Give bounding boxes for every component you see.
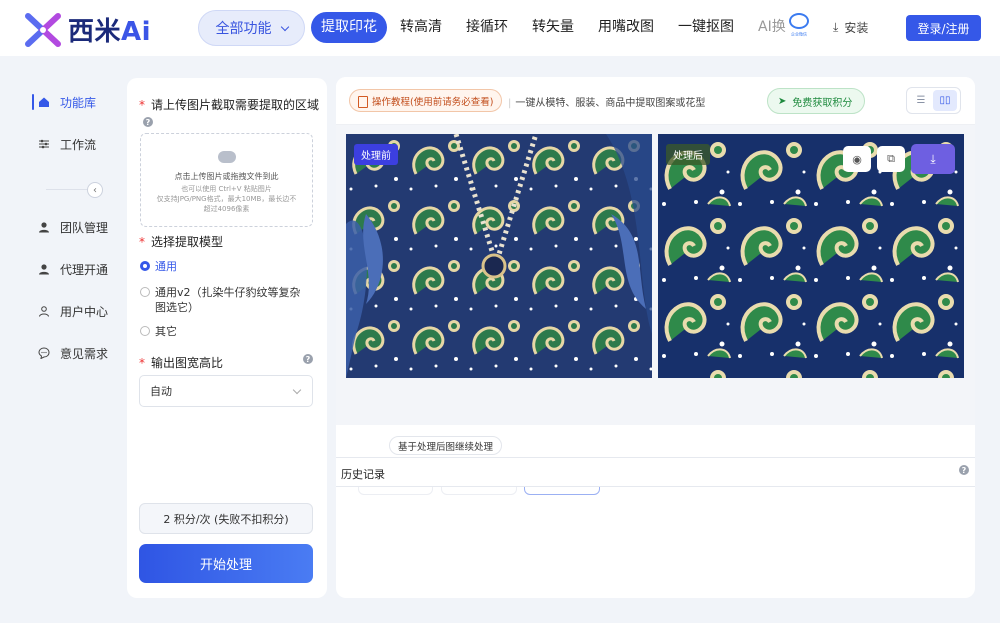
sidebar-item-label: 工作流 bbox=[60, 137, 97, 152]
chat-bubble-icon bbox=[789, 13, 809, 29]
main-toolbar: 操作教程(使用前请务必查看) | 一键从模特、服装、商品中提取图案或花型 ➤ 免费… bbox=[336, 77, 975, 125]
sidebar-item-label: 功能库 bbox=[60, 95, 97, 110]
points-cost-badge: 2 积分/次 (失败不扣积分) bbox=[139, 503, 313, 534]
nav-cutout[interactable]: 一键抠图 bbox=[667, 12, 745, 43]
login-register-button[interactable]: 登录/注册 bbox=[906, 15, 981, 41]
continue-processing-label: 基于处理后图继续处理 bbox=[389, 436, 503, 455]
home-icon bbox=[38, 96, 50, 108]
user-outline-icon bbox=[38, 305, 50, 317]
install-button[interactable]: ⤓ 安装 bbox=[833, 19, 868, 36]
radio-dot bbox=[140, 326, 150, 336]
split-view-icon[interactable]: ▯▯ bbox=[933, 90, 957, 111]
ratio-section-label: * 输出图宽高比 bbox=[139, 356, 224, 370]
upload-format-hint: 仅支持JPG/PNG格式，最大10MB，最长边不超过4096像素 bbox=[156, 195, 297, 213]
before-tag: 处理前 bbox=[354, 144, 398, 165]
nav-seamless-loop[interactable]: 接循环 bbox=[455, 12, 519, 43]
model-radio-other[interactable]: 其它 bbox=[140, 324, 177, 339]
aspect-ratio-value: 自动 bbox=[150, 385, 172, 398]
chat-icon bbox=[38, 347, 50, 360]
install-label: 安装 bbox=[844, 21, 869, 35]
sliders-icon bbox=[38, 138, 50, 150]
compare-icon[interactable]: ⧉ bbox=[877, 146, 905, 172]
comparison-area: 处理前 处理后 ◉ ⧉ ⤓ 基于处理后图继续处理 bbox=[336, 125, 975, 495]
sidebar-item-label: 用户中心 bbox=[60, 304, 109, 319]
free-points-button[interactable]: ➤ 免费获取积分 bbox=[767, 88, 866, 114]
model-radio-general-v2[interactable]: 通用v2（扎染牛仔豹纹等复杂图选它） bbox=[140, 285, 310, 315]
all-functions-dropdown[interactable]: 全部功能 bbox=[198, 10, 305, 46]
after-tag: 处理后 bbox=[666, 144, 710, 165]
chevron-down-icon bbox=[280, 22, 289, 31]
preview-eye-icon[interactable]: ◉ bbox=[843, 146, 871, 172]
sidebar-item-library[interactable]: 功能库 bbox=[26, 91, 114, 113]
sidebar-item-user-center[interactable]: 用户中心 bbox=[26, 300, 114, 322]
upload-dropzone[interactable]: 点击上传图片或拖拽文件到此 也可以使用 Ctrl+V 粘贴图片 仅支持JPG/P… bbox=[140, 133, 313, 227]
all-functions-label: 全部功能 bbox=[215, 21, 272, 37]
download-icon: ⤓ bbox=[930, 151, 936, 166]
chevron-left-icon: ‹ bbox=[93, 184, 97, 196]
nav-extract-print[interactable]: 提取印花 bbox=[311, 12, 387, 43]
chevron-down-icon bbox=[292, 385, 302, 395]
sidebar: 功能库 工作流 ‹ 团队管理 代理开通 用户中心 意见需求 bbox=[26, 78, 114, 598]
after-image: 处理后 ◉ ⧉ ⤓ bbox=[658, 134, 964, 378]
help-icon[interactable]: ? bbox=[303, 354, 313, 364]
top-bar: 西米Ai 全部功能 提取印花 转高清 接循环 转矢量 用嘴改图 一键抠图 AI换… bbox=[0, 0, 1000, 56]
main-panel: 操作教程(使用前请务必查看) | 一键从模特、服装、商品中提取图案或花型 ➤ 免费… bbox=[336, 77, 975, 598]
enterprise-wechat-qr[interactable]: 企业微信 bbox=[787, 13, 811, 43]
download-icon: ⤓ bbox=[833, 20, 839, 34]
aspect-ratio-select[interactable]: 自动 bbox=[139, 375, 313, 407]
list-view-icon[interactable]: ☰ bbox=[909, 90, 933, 111]
sidebar-item-label: 团队管理 bbox=[60, 220, 109, 235]
model-radio-general[interactable]: 通用 bbox=[140, 259, 177, 274]
main-nav: 提取印花 转高清 接循环 转矢量 用嘴改图 一键抠图 AI换 bbox=[311, 12, 799, 43]
user-icon bbox=[38, 221, 50, 233]
settings-panel: * 请上传图片截取需要提取的区域 ? 点击上传图片或拖拽文件到此 也可以使用 Ct… bbox=[127, 78, 327, 598]
upload-paste-hint: 也可以使用 Ctrl+V 粘贴图片 bbox=[181, 185, 272, 193]
history-header: 历史记录 ? bbox=[336, 457, 975, 487]
help-icon[interactable]: ? bbox=[959, 465, 969, 475]
tutorial-link[interactable]: 操作教程(使用前请务必查看) bbox=[349, 89, 503, 112]
start-processing-button[interactable]: 开始处理 bbox=[139, 544, 313, 583]
sidebar-item-label: 代理开通 bbox=[60, 262, 109, 277]
upload-hint: 点击上传图片或拖拽文件到此 bbox=[174, 172, 279, 181]
model-section-label: * 选择提取模型 bbox=[139, 235, 224, 249]
sidebar-item-team[interactable]: 团队管理 bbox=[26, 216, 114, 238]
download-result-button[interactable]: ⤓ bbox=[911, 144, 955, 174]
view-toggle: ☰ ▯▯ bbox=[906, 87, 961, 114]
sidebar-item-workflow[interactable]: 工作流 bbox=[26, 133, 114, 155]
sidebar-divider bbox=[46, 189, 88, 190]
logo-text: 西米Ai bbox=[68, 17, 152, 47]
free-points-label: 免费获取积分 bbox=[792, 97, 853, 109]
radio-dot bbox=[140, 287, 150, 297]
cloud-upload-icon bbox=[217, 151, 236, 163]
help-icon[interactable]: ? bbox=[143, 117, 153, 127]
qr-caption: 企业微信 bbox=[790, 32, 807, 38]
before-image: 处理前 bbox=[346, 134, 652, 378]
upload-section-label: * 请上传图片截取需要提取的区域 bbox=[139, 98, 320, 112]
nav-voice-edit[interactable]: 用嘴改图 bbox=[587, 12, 665, 43]
collapse-sidebar-button[interactable]: ‹ bbox=[87, 182, 103, 198]
send-icon: ➤ bbox=[778, 95, 787, 107]
nav-upscale[interactable]: 转高清 bbox=[389, 12, 453, 43]
radio-dot bbox=[140, 261, 150, 271]
sidebar-item-agent[interactable]: 代理开通 bbox=[26, 258, 114, 280]
user-icon bbox=[38, 263, 50, 275]
before-photo bbox=[346, 134, 652, 378]
nav-vectorize[interactable]: 转矢量 bbox=[521, 12, 585, 43]
history-title: 历史记录 bbox=[341, 468, 385, 481]
sidebar-item-feedback[interactable]: 意见需求 bbox=[26, 342, 114, 364]
logo[interactable]: 西米Ai bbox=[24, 11, 151, 48]
sidebar-item-label: 意见需求 bbox=[60, 346, 109, 361]
logo-icon bbox=[25, 12, 61, 47]
feature-subtitle: | 一键从模特、服装、商品中提取图案或花型 bbox=[508, 98, 706, 109]
